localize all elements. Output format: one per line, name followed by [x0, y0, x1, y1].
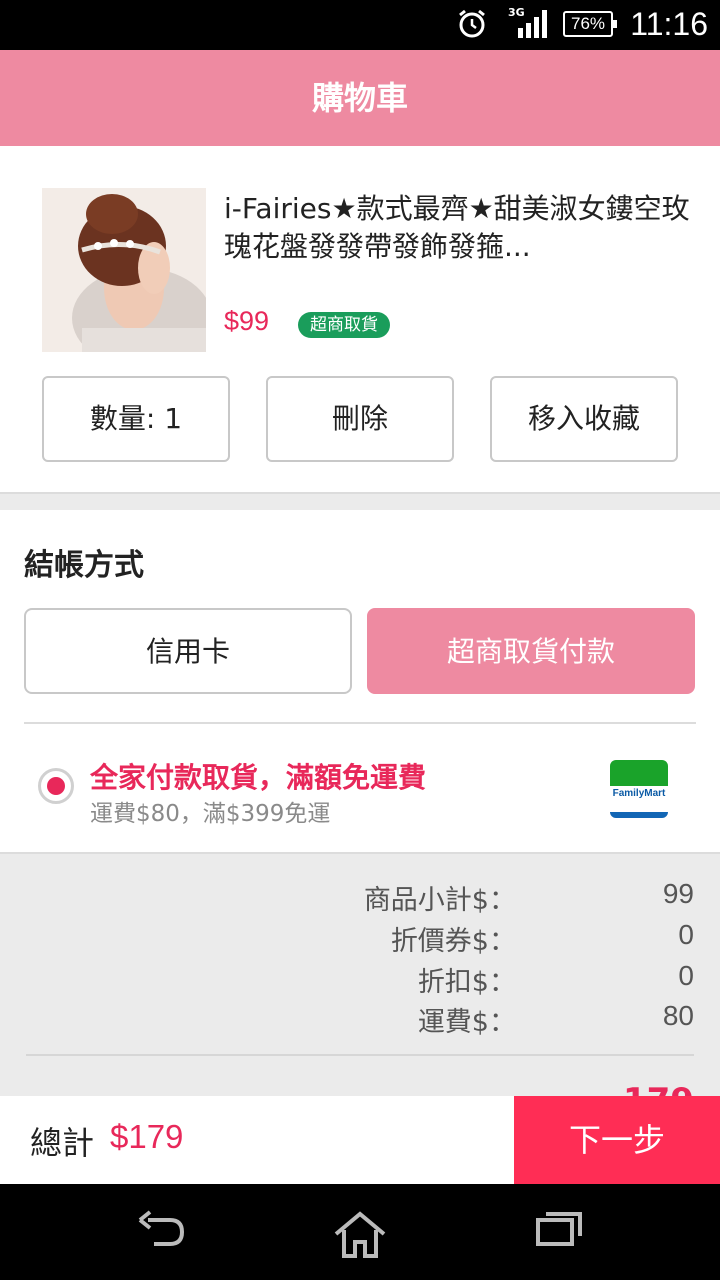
pickup-option-subtitle: 運費$80，滿$399免運: [90, 801, 331, 827]
section-divider: [0, 492, 720, 510]
divider: [24, 722, 696, 724]
product-price: $99: [224, 306, 270, 336]
quantity-button[interactable]: 數量: 1: [42, 376, 230, 462]
checkout-section: 結帳方式 信用卡 超商取貨付款 全家付款取貨，滿額免運費 運費$80，滿$399…: [0, 510, 720, 852]
familymart-logo: FamilyMart: [610, 760, 668, 818]
battery-icon: 76%: [563, 11, 617, 37]
alarm-icon: [459, 9, 485, 38]
product-title[interactable]: i-Fairies★款式最齊★甜美淑女鏤空玫瑰花盤發發帶發飾發箍...: [224, 190, 694, 266]
back-icon[interactable]: [136, 1210, 186, 1254]
store-pickup-button[interactable]: 超商取貨付款: [367, 608, 695, 694]
recents-icon[interactable]: [536, 1210, 584, 1246]
navigation-bar: [0, 1184, 720, 1280]
next-step-button[interactable]: 下一步: [514, 1096, 720, 1184]
divider: [26, 1054, 694, 1056]
delete-button[interactable]: 刪除: [266, 376, 454, 462]
clock: 11:16: [630, 6, 708, 42]
product-image[interactable]: [42, 188, 206, 352]
discount-value: 0: [678, 960, 694, 991]
home-icon[interactable]: [332, 1210, 388, 1258]
cart-item: i-Fairies★款式最齊★甜美淑女鏤空玫瑰花盤發發帶發飾發箍... $99 …: [0, 146, 720, 492]
summary-row: 折扣$： 0: [0, 960, 720, 1000]
status-bar: 3G 76% 11:16: [0, 0, 720, 50]
checkout-footer: 總計 $179 下一步: [0, 1096, 720, 1184]
order-summary: 商品小計$： 99 折價券$： 0 折扣$： 0 運費$： 80 179: [0, 852, 720, 1098]
discount-label: 折扣$：: [417, 967, 516, 998]
credit-card-button[interactable]: 信用卡: [24, 608, 352, 694]
shipping-value: 80: [662, 1000, 694, 1031]
familymart-logo-text: FamilyMart: [612, 788, 666, 799]
total-label: 總計: [30, 1124, 95, 1162]
pickup-badge: 超商取貨: [298, 312, 390, 338]
page-title: 購物車: [0, 50, 720, 146]
shipping-label: 運費$：: [417, 1007, 516, 1038]
summary-row: 運費$： 80: [0, 1000, 720, 1040]
move-to-favorites-button[interactable]: 移入收藏: [490, 376, 678, 462]
radio-selected[interactable]: [38, 768, 74, 804]
subtotal-value: 99: [662, 878, 694, 909]
coupon-label: 折價券$：: [390, 926, 516, 957]
coupon-value: 0: [678, 919, 694, 950]
total-value: $179: [110, 1118, 184, 1155]
summary-row: 商品小計$： 99: [0, 878, 720, 918]
pickup-option-title[interactable]: 全家付款取貨，滿額免運費: [90, 756, 426, 796]
subtotal-label: 商品小計$：: [363, 885, 516, 916]
signal-icon: [518, 10, 547, 38]
checkout-title: 結帳方式: [24, 548, 144, 583]
summary-row: 折價券$： 0: [0, 919, 720, 959]
